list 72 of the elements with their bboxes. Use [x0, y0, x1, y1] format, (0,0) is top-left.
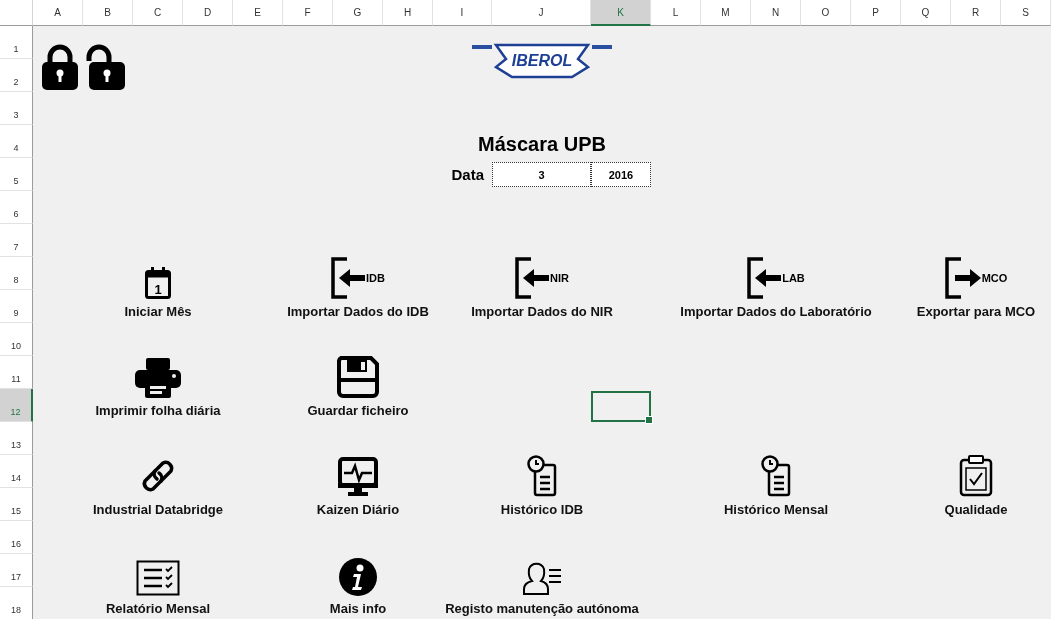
row-header[interactable]: 1 — [0, 26, 33, 59]
export-arrow-icon — [944, 257, 981, 299]
macro-button[interactable]: Histórico IDB — [500, 422, 584, 521]
column-header[interactable]: M — [701, 0, 751, 26]
column-header[interactable]: A — [33, 0, 83, 26]
select-all-corner[interactable] — [0, 0, 33, 26]
macro-button[interactable]: Registo manutenção autónoma — [445, 521, 639, 619]
date-label: Data — [450, 165, 485, 185]
import-arrow-icon — [515, 257, 549, 299]
row-header[interactable]: 11 — [0, 356, 33, 389]
macro-button[interactable]: NIR Importar Dados do NIR — [471, 224, 613, 323]
calendar-icon: 1 — [145, 267, 171, 299]
printer-icon — [135, 358, 181, 398]
column-header[interactable]: I — [433, 0, 492, 26]
macro-button[interactable]: Industrial Databridge — [93, 422, 223, 521]
row-header[interactable]: 8 — [0, 257, 33, 290]
macro-button[interactable]: Kaizen Diário — [316, 422, 400, 521]
row-header[interactable]: 17 — [0, 554, 33, 587]
row-header[interactable]: 15 — [0, 488, 33, 521]
macro-button[interactable]: Qualidade — [944, 422, 1008, 521]
row-header[interactable]: 13 — [0, 422, 33, 455]
row-header[interactable]: 7 — [0, 224, 33, 257]
column-header[interactable]: F — [283, 0, 333, 26]
row-header[interactable]: 2 — [0, 59, 33, 92]
column-header[interactable]: J — [492, 0, 591, 26]
padlock-icon[interactable] — [41, 44, 79, 90]
column-header[interactable]: R — [951, 0, 1001, 26]
macro-button[interactable]: Guardar ficheiro — [307, 323, 409, 422]
monitor-heartbeat-icon — [338, 457, 378, 497]
column-header[interactable]: G — [333, 0, 383, 26]
column-header[interactable]: N — [751, 0, 801, 26]
column-header[interactable]: S — [1001, 0, 1051, 26]
year-cell[interactable]: 2016 — [591, 162, 651, 187]
macro-button[interactable]: MCO Exportar para MCO — [916, 224, 1036, 323]
open-padlock-icon[interactable] — [85, 44, 125, 90]
column-header[interactable]: P — [851, 0, 901, 26]
row-header[interactable]: 10 — [0, 323, 33, 356]
column-header[interactable]: E — [233, 0, 283, 26]
column-header[interactable]: D — [183, 0, 233, 26]
row-header[interactable]: 6 — [0, 191, 33, 224]
import-arrow-icon — [747, 257, 782, 299]
column-header[interactable]: K — [591, 0, 651, 26]
macro-button[interactable]: Mais info — [329, 521, 387, 619]
row-header[interactable]: 18 — [0, 587, 33, 619]
macro-button[interactable]: IDB Importar Dados do IDB — [287, 224, 429, 323]
macro-button[interactable]: 1 Iniciar Mês — [124, 224, 192, 323]
row-header[interactable]: 5 — [0, 158, 33, 191]
row-header[interactable]: 12 — [0, 389, 33, 422]
macro-button[interactable]: Histórico Mensal — [724, 422, 828, 521]
checklist-icon — [136, 560, 180, 596]
clock-document-icon — [527, 455, 557, 497]
row-header[interactable]: 4 — [0, 125, 33, 158]
macro-button[interactable]: LAB Importar Dados do Laboratório — [680, 224, 872, 323]
clipboard-check-icon — [959, 455, 993, 497]
info-icon — [339, 558, 377, 596]
column-header[interactable]: L — [651, 0, 701, 26]
import-arrow-icon — [331, 257, 365, 299]
row-header[interactable]: 16 — [0, 521, 33, 554]
column-header[interactable]: H — [383, 0, 433, 26]
row-header[interactable]: 3 — [0, 92, 33, 125]
page-title: Máscara UPB — [477, 132, 607, 157]
macro-button[interactable]: Imprimir folha diária — [95, 323, 221, 422]
column-header[interactable]: Q — [901, 0, 951, 26]
column-header[interactable]: C — [133, 0, 183, 26]
selected-cell[interactable] — [591, 391, 651, 422]
column-header[interactable]: B — [83, 0, 133, 26]
row-header[interactable]: 14 — [0, 455, 33, 488]
macro-button[interactable]: Relatório Mensal — [106, 521, 210, 619]
column-header[interactable]: O — [801, 0, 851, 26]
clock-document-icon — [761, 455, 791, 497]
row-header[interactable]: 9 — [0, 290, 33, 323]
month-cell[interactable]: 3 — [492, 162, 591, 187]
